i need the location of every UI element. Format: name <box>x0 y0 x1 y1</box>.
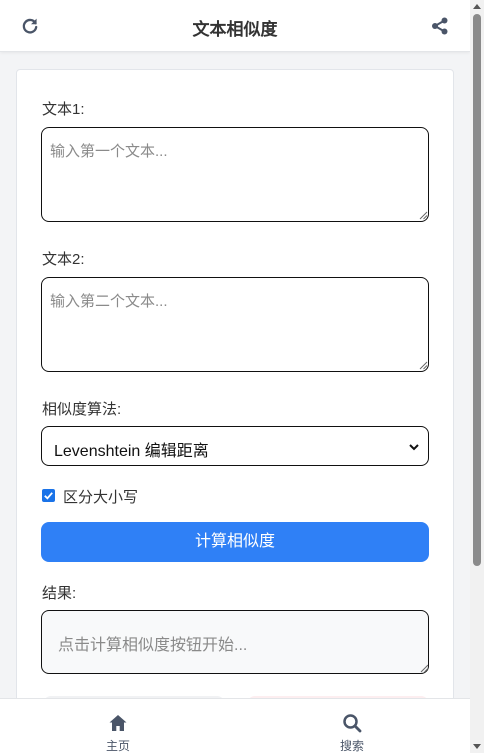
page-title: 文本相似度 <box>192 20 278 39</box>
chevron-down-icon <box>409 444 419 451</box>
resize-grip-icon[interactable] <box>419 211 428 220</box>
text2-label: 文本2: <box>42 251 85 268</box>
scrollbar[interactable] <box>470 0 484 753</box>
nav-label-home: 主页 <box>105 739 130 753</box>
bottom-nav: 主页 搜索 <box>0 698 470 753</box>
case-sensitive-label[interactable]: 区分大小写 <box>63 486 138 507</box>
text1-label: 文本1: <box>42 101 85 118</box>
algorithm-select[interactable]: Levenshtein 编辑距离 <box>41 426 429 466</box>
home-icon <box>109 715 127 731</box>
scroll-up-icon[interactable] <box>473 4 481 9</box>
search-icon <box>343 714 362 733</box>
resize-grip-icon[interactable] <box>419 361 428 370</box>
text2-input[interactable] <box>41 277 429 372</box>
share-icon[interactable] <box>430 16 450 36</box>
nav-item-search[interactable]: 搜索 <box>302 699 402 753</box>
app-header: 文本相似度 <box>0 0 470 52</box>
calculate-similarity-button[interactable]: 计算相似度 <box>41 522 429 562</box>
result-label: 结果: <box>42 585 77 602</box>
case-sensitive-checkbox[interactable] <box>42 489 55 502</box>
nav-item-home[interactable]: 主页 <box>68 699 168 753</box>
similarity-form-card: 文本1: 文本2: 相似度算法: Levenshtein 编辑距离 区分大小写 … <box>16 69 454 753</box>
resize-grip-icon <box>420 664 429 673</box>
text1-input[interactable] <box>41 127 429 222</box>
checkmark-icon <box>44 492 53 500</box>
result-output: 点击计算相似度按钮开始... <box>41 610 429 674</box>
algorithm-label: 相似度算法: <box>42 401 122 418</box>
nav-label-search: 搜索 <box>339 739 364 753</box>
result-placeholder: 点击计算相似度按钮开始... <box>58 637 248 654</box>
algorithm-selected-value: Levenshtein 编辑距离 <box>54 443 209 460</box>
scroll-down-icon[interactable] <box>473 744 481 749</box>
scrollbar-thumb[interactable] <box>473 14 481 566</box>
